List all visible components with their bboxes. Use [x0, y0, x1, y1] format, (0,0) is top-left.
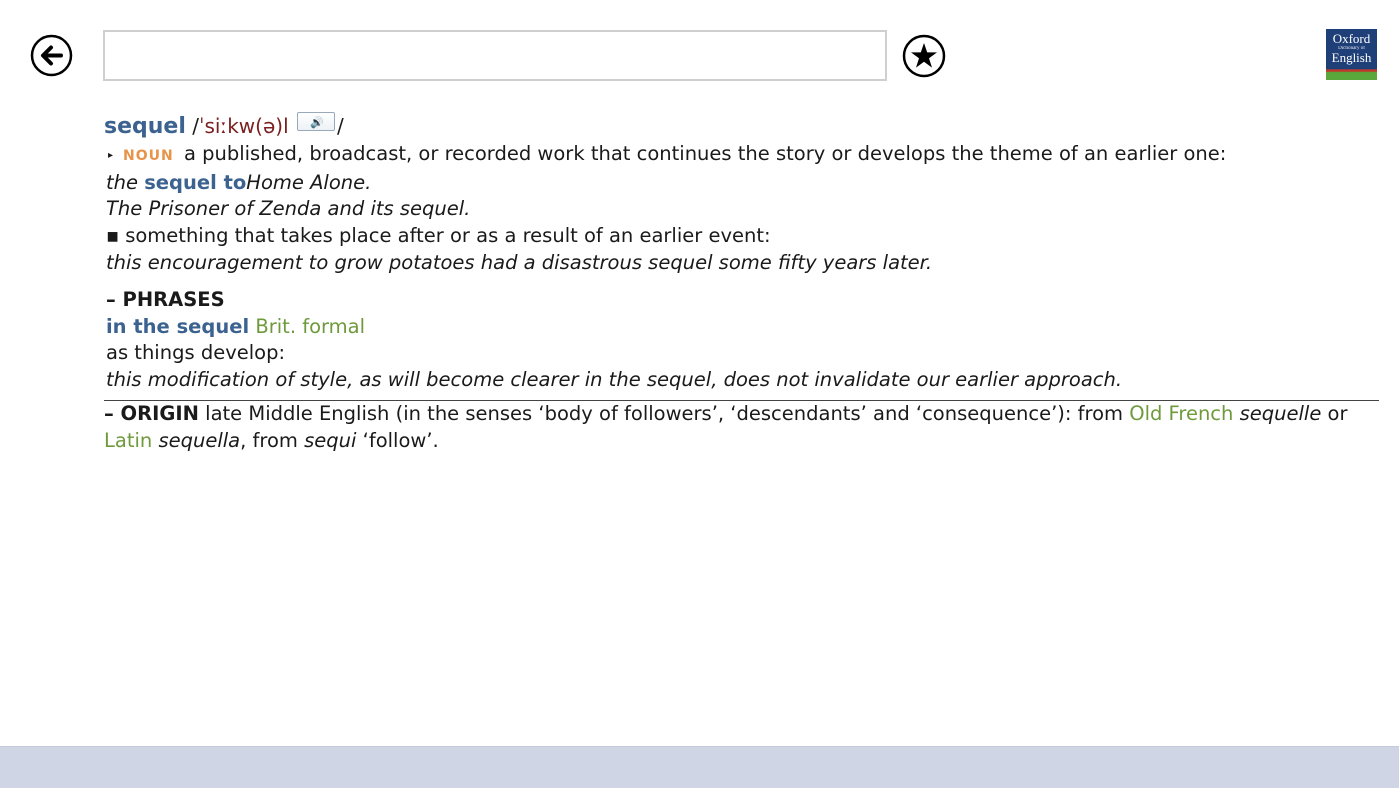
pronunciation: ˈsiːkw(ə)l [199, 114, 289, 138]
phrase-line: in the sequel Brit. formal [106, 314, 1379, 341]
back-button[interactable] [30, 34, 73, 77]
origin-text: ‘follow’. [356, 428, 439, 452]
sense-2: ▪ something that takes place after or as … [104, 223, 1379, 250]
phrase: in the sequel [106, 314, 250, 338]
definition: something that takes place after or as a… [125, 224, 771, 248]
oxford-logo: Oxford Dictionary of English [1326, 29, 1377, 80]
app-bar [0, 746, 1399, 788]
definition: a published, broadcast, or recorded work… [183, 141, 1227, 165]
etymon: sequi [304, 428, 357, 452]
example-text: Home Alone. [246, 170, 372, 194]
example: The Prisoner of Zenda and its sequel. [106, 197, 471, 221]
logo-line-2: Dictionary of [1338, 46, 1365, 51]
phrase-example: this modification of style, as will beco… [106, 368, 1123, 392]
example-text: the [106, 170, 145, 194]
example: this encouragement to grow potatoes had … [106, 250, 933, 274]
example: the sequel toHome Alone. [106, 170, 1379, 197]
headword-line: sequel /ˈsiːkw(ə)l 🔊 / [104, 112, 1379, 141]
pron-close: / [336, 114, 344, 138]
origin-section: – ORIGIN late Middle English (in the sen… [104, 399, 1379, 455]
sense-1: ▸ NOUN a published, broadcast, or recorde… [104, 141, 1379, 170]
arrow-left-circle-icon [30, 34, 73, 77]
origin-text: , from [240, 428, 305, 452]
phrases-heading: – PHRASES [106, 287, 225, 311]
dictionary-entry: sequel /ˈsiːkw(ə)l 🔊 / ▸ NOUN a published,… [104, 112, 1379, 455]
sense-marker-icon: ▸ [108, 149, 114, 161]
language-link[interactable]: Latin [104, 429, 152, 452]
language-link[interactable]: Old French [1129, 402, 1233, 425]
speaker-icon: 🔊 [309, 116, 324, 129]
star-circle-icon [902, 34, 946, 78]
logo-line-3: English [1331, 50, 1372, 65]
headword: sequel [104, 114, 186, 139]
etymon: sequelle [1239, 401, 1322, 425]
search-input[interactable] [103, 30, 887, 81]
logo-line-1: Oxford [1332, 31, 1371, 46]
origin-heading: – ORIGIN [104, 401, 199, 425]
phrase-definition: as things develop: [106, 341, 286, 365]
origin-text: or [1321, 401, 1348, 425]
etymon: sequella [158, 428, 241, 452]
register-label: Brit. formal [255, 314, 366, 338]
play-audio-button[interactable]: 🔊 [296, 112, 335, 131]
origin-text: late Middle English (in the senses ‘body… [198, 401, 1130, 425]
part-of-speech: NOUN [123, 147, 174, 164]
subsense-marker-icon: ▪ [106, 224, 120, 248]
favorite-button[interactable] [902, 34, 946, 78]
collocation: sequel to [144, 170, 247, 194]
pron-open: / [192, 114, 199, 138]
